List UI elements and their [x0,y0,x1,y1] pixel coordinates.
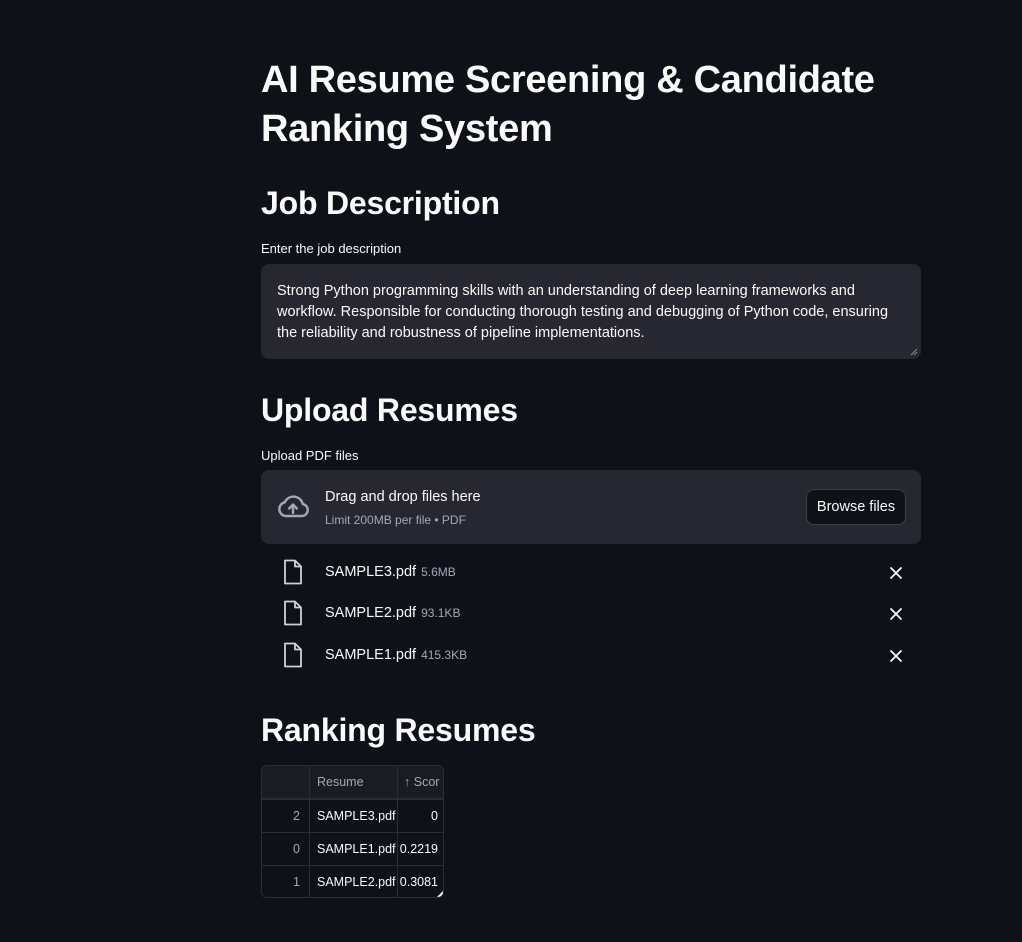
file-icon [284,559,302,585]
resize-handle-icon[interactable] [437,891,443,897]
table-row[interactable]: 0 SAMPLE1.pdf 0.2219 [262,832,443,866]
table-header: Resume ↑ Scor [262,766,443,799]
resume-cell[interactable]: SAMPLE3.pdf [310,800,398,833]
table-row[interactable]: 1 SAMPLE2.pdf 0.3081 [262,865,443,897]
file-icon [284,642,302,668]
file-name: SAMPLE2.pdf 93.1KB [325,605,461,621]
file-dropzone[interactable]: Drag and drop files here Limit 200MB per… [261,470,921,544]
job-description-text: Strong Python programming skills with an… [277,283,889,341]
page-title: AI Resume Screening & Candidate Ranking … [261,59,875,150]
uploaded-file-row: SAMPLE1.pdf 415.3KB [261,640,921,672]
file-name: SAMPLE3.pdf 5.6MB [325,564,456,580]
ranking-resumes-heading: Ranking Resumes [261,712,536,748]
table-row[interactable]: 2 SAMPLE3.pdf 0 [262,799,443,833]
job-description-heading: Job Description [261,185,500,221]
dropzone-instructions: Drag and drop files here Limit 200MB per… [325,488,481,528]
sort-ascending-icon: ↑ [404,775,411,789]
resume-cell[interactable]: SAMPLE2.pdf [310,866,398,897]
uploaded-file-row: SAMPLE3.pdf 5.6MB [261,557,921,589]
score-cell[interactable]: 0.2219 [398,833,443,866]
score-column-header[interactable]: ↑ Scor [398,766,443,799]
upload-label: Upload PDF files [261,448,359,463]
uploaded-file-row: SAMPLE2.pdf 93.1KB [261,598,921,630]
file-icon [284,600,302,626]
job-description-textarea[interactable]: Strong Python programming skills with an… [261,264,921,359]
dropzone-main-text: Drag and drop files here [325,489,481,505]
dropzone-limit-text: Limit 200MB per file • PDF [325,513,466,527]
resume-column-header[interactable]: Resume [310,766,398,799]
close-icon[interactable] [889,649,903,663]
score-cell[interactable]: 0 [398,800,443,833]
file-size: 93.1KB [421,606,461,620]
row-index: 2 [262,800,310,833]
row-index: 1 [262,866,310,897]
file-name: SAMPLE1.pdf 415.3KB [325,647,468,663]
browse-files-button[interactable]: Browse files [806,489,906,525]
ranking-table[interactable]: Resume ↑ Scor 2 SAMPLE3.pdf 0 0 SAMPLE1.… [261,765,444,898]
row-index: 0 [262,833,310,866]
file-size: 5.6MB [421,565,456,579]
close-icon[interactable] [889,607,903,621]
file-size: 415.3KB [421,648,468,662]
index-column-header [262,766,310,799]
resize-grip-icon[interactable] [910,348,918,356]
upload-resumes-heading: Upload Resumes [261,392,518,428]
close-icon[interactable] [889,566,903,580]
resume-cell[interactable]: SAMPLE1.pdf [310,833,398,866]
cloud-upload-icon [278,495,309,518]
job-description-label: Enter the job description [261,241,402,256]
